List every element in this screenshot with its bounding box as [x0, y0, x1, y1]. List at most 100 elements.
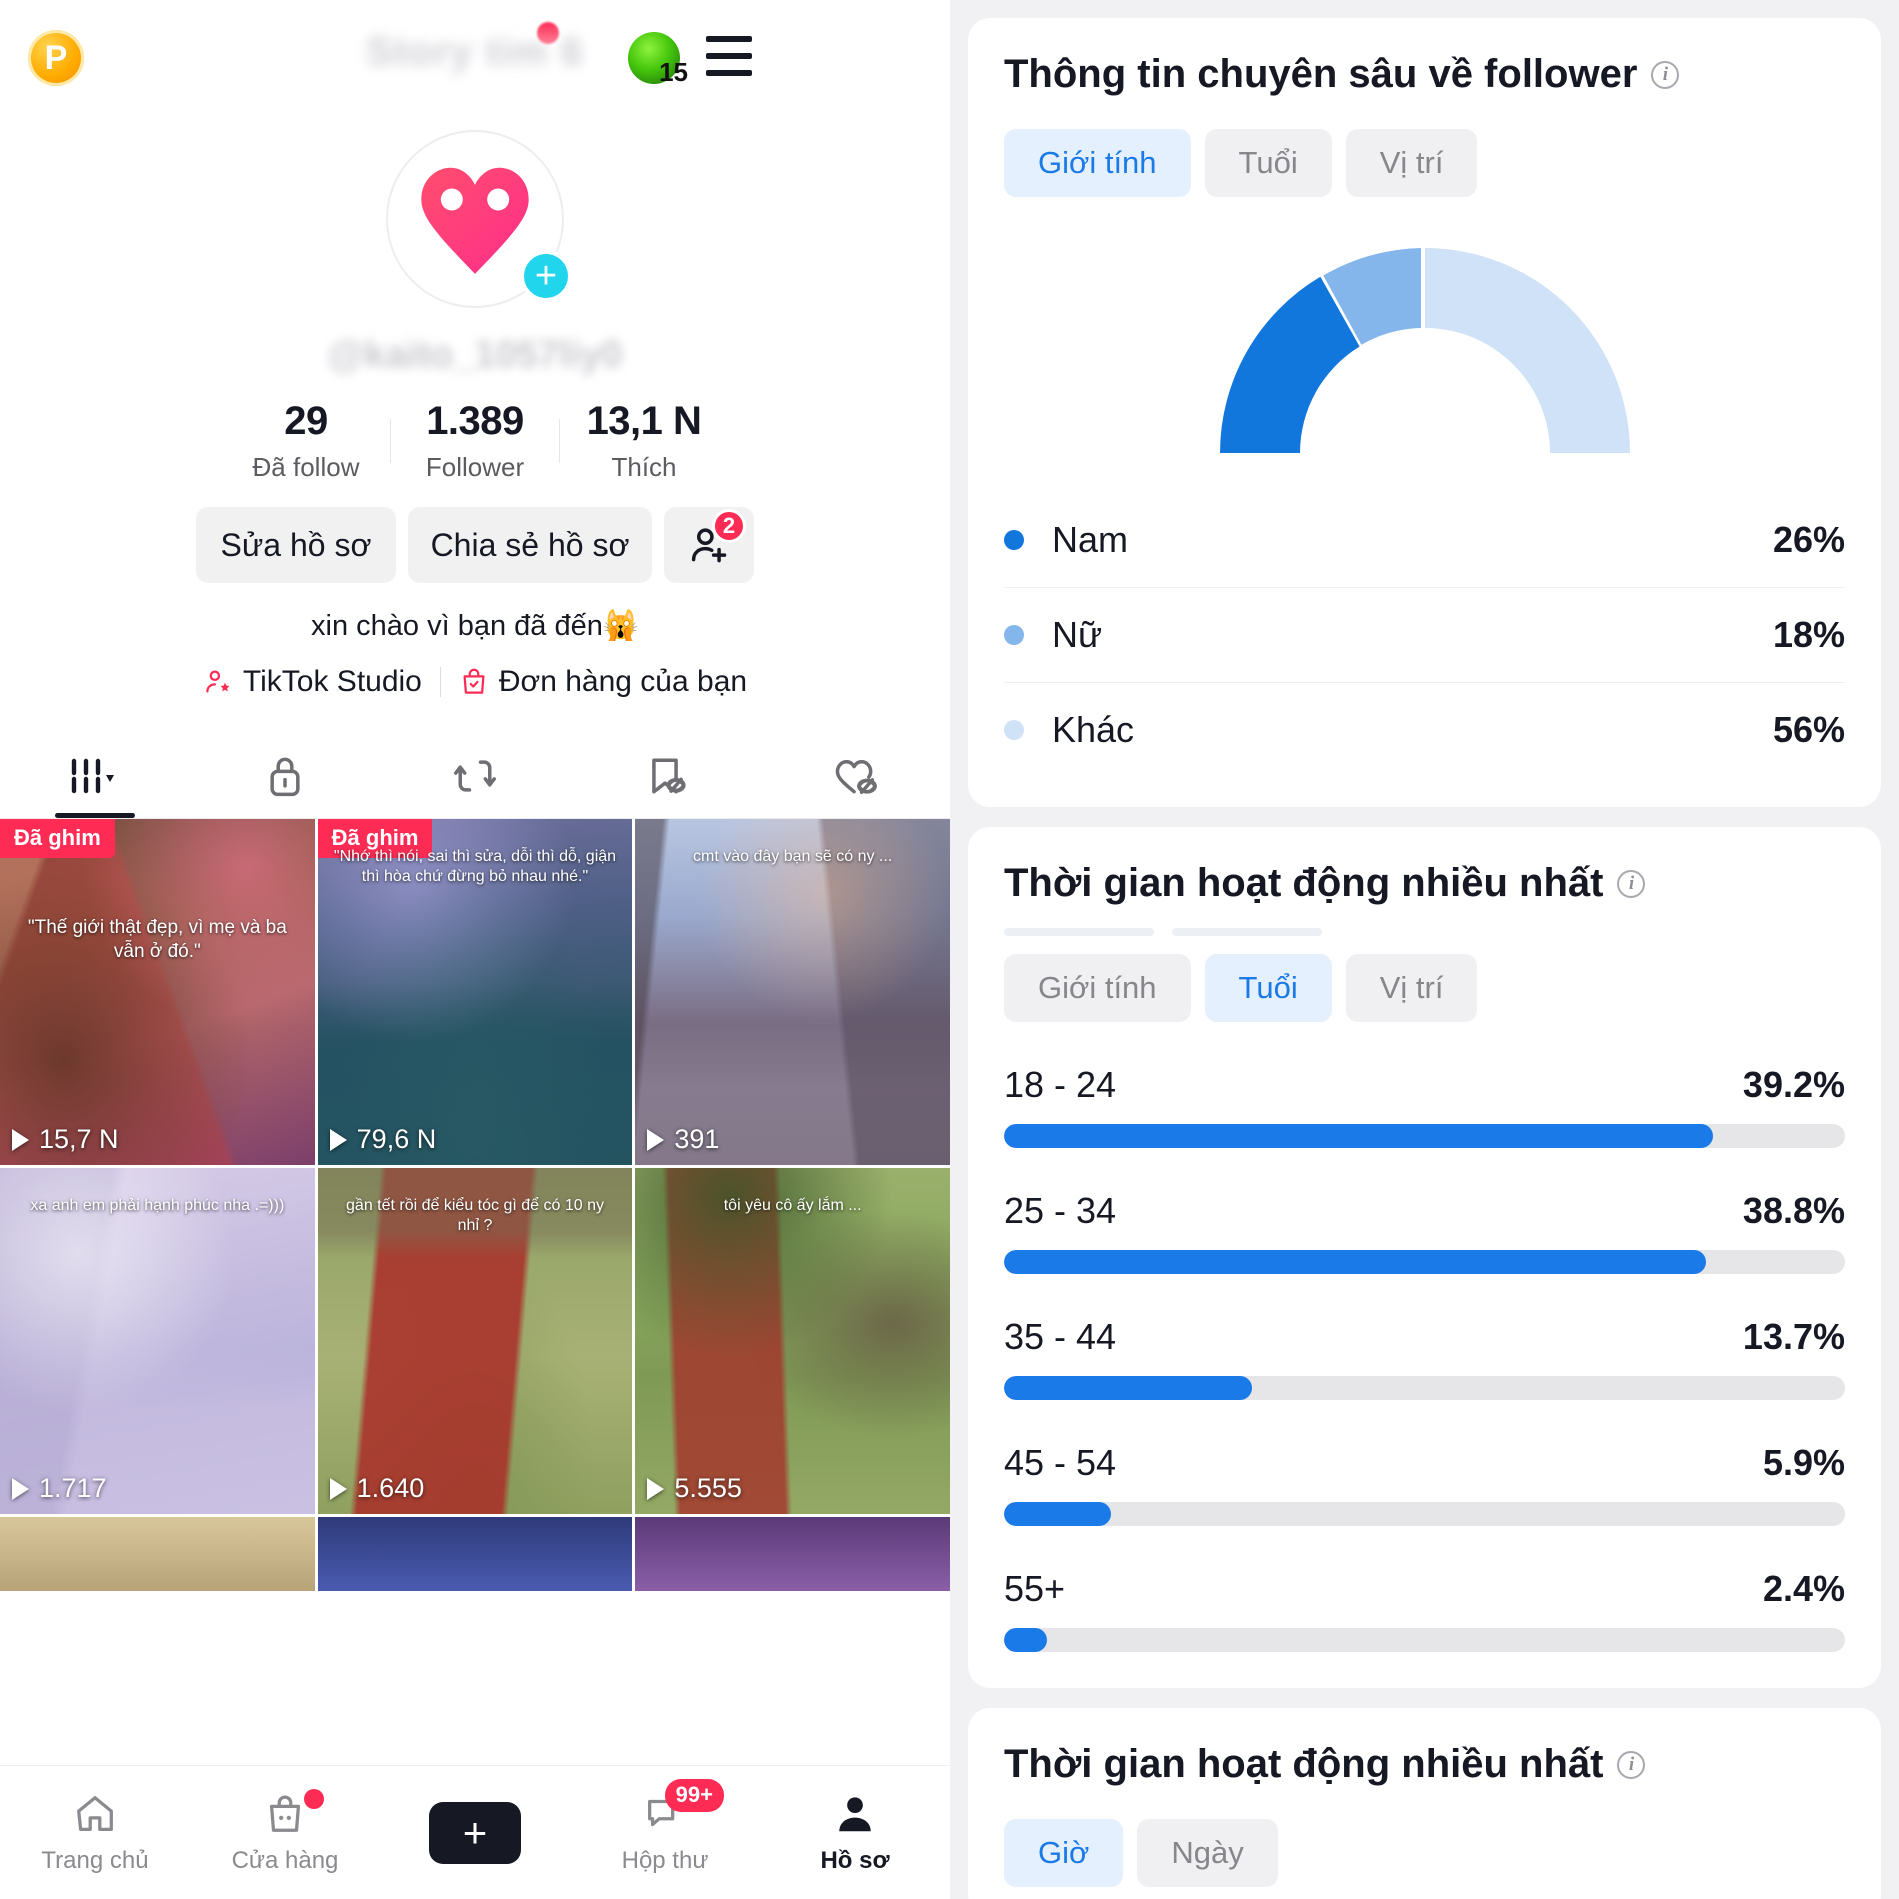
bottom-navigation: Trang chủ Cửa hàng + 99+ Hộp thư Hồ sơ — [0, 1765, 950, 1899]
grid-chevron-icon — [71, 758, 114, 793]
bar-fill — [1004, 1124, 1713, 1148]
gender-age-location-tabs: Giới tính Tuổi Vị trí — [1004, 129, 1845, 197]
profile-handle: @kaito_1057liy0 — [327, 334, 623, 376]
add-story-button[interactable]: + — [520, 250, 572, 302]
tab-age[interactable]: Tuổi — [1204, 129, 1332, 197]
add-friends-button[interactable]: 2 — [664, 507, 754, 583]
nav-label: Trang chủ — [41, 1846, 149, 1874]
play-count-value: 5.555 — [674, 1473, 742, 1503]
tab-gender[interactable]: Giới tính — [1004, 954, 1191, 1022]
tab-videos-grid[interactable] — [0, 733, 190, 818]
lock-icon — [270, 757, 300, 796]
add-friends-badge: 2 — [712, 509, 746, 543]
bar-row: 45 - 54 5.9% — [1004, 1442, 1845, 1526]
create-plus-icon[interactable]: + — [419, 1801, 531, 1864]
play-count-value: 1.640 — [356, 1473, 425, 1503]
bar-value: 2.4% — [1762, 1568, 1845, 1609]
hour-day-tabs: Giờ Ngày — [1004, 1819, 1845, 1887]
nav-item-create[interactable]: + — [380, 1801, 570, 1864]
bar-track — [1004, 1376, 1845, 1400]
legend-label: Khác — [1052, 709, 1135, 750]
nav-item-shop[interactable]: Cửa hàng — [190, 1788, 380, 1875]
video-cell[interactable]: Đã ghim "Thế giới thật đẹp, vì mẹ và ba … — [0, 819, 315, 1165]
tiktok-studio-link[interactable]: TikTok Studio — [203, 665, 422, 699]
stat-value: 13,1 N — [586, 399, 702, 443]
tab-hour[interactable]: Giờ — [1004, 1819, 1124, 1887]
link-label: Đơn hàng của bạn — [498, 665, 748, 698]
bar-value: 5.9% — [1762, 1442, 1845, 1483]
play-count-value: 15,7 N — [39, 1124, 119, 1154]
gauge-segment-khac — [1424, 248, 1630, 453]
video-cell[interactable] — [317, 1517, 633, 1591]
page-title-blurred: Story tim 6 — [366, 30, 584, 74]
activity-age-card: Thời gian hoạt động nhiều nhất i Giới tí… — [968, 827, 1881, 1688]
legend-label: Nam — [1052, 519, 1129, 560]
tab-private[interactable] — [190, 733, 380, 818]
bar-track — [1004, 1502, 1845, 1526]
legend-item-khac: Khác 56% — [1004, 683, 1845, 777]
video-thumbnail — [635, 819, 950, 1165]
stat-followers[interactable]: 1.389 Follower — [391, 399, 559, 483]
info-icon[interactable]: i — [1617, 1750, 1646, 1779]
video-cell[interactable]: cmt vào đây bạn sẽ có ny ... 391 — [635, 819, 950, 1165]
tab-liked-hidden[interactable] — [760, 733, 950, 818]
nav-item-inbox[interactable]: 99+ Hộp thư — [570, 1778, 760, 1875]
video-cell[interactable] — [635, 1517, 950, 1591]
notification-dot-icon — [537, 22, 559, 44]
stat-value: 29 — [284, 399, 328, 443]
card-title-row: Thời gian hoạt động nhiều nhất i — [1004, 861, 1845, 906]
tab-saved-hidden[interactable] — [570, 733, 760, 818]
bar-track — [1004, 1250, 1845, 1274]
clover-count: 15 — [659, 57, 688, 87]
video-caption: xa anh em phải hạnh phúc nha .=))) — [30, 1196, 285, 1214]
nav-item-profile[interactable]: Hồ sơ — [760, 1791, 950, 1875]
info-icon[interactable]: i — [1617, 869, 1646, 898]
video-cell[interactable]: Đã ghim "Nhớ thì nói, sai thì sửa, dỗi t… — [317, 819, 633, 1165]
clover-reward-icon[interactable]: 15 — [628, 32, 688, 87]
bar-fill — [1004, 1628, 1048, 1652]
bar-track — [1004, 1124, 1845, 1148]
edit-profile-button[interactable]: Sửa hồ sơ — [196, 507, 396, 583]
card-title: Thời gian hoạt động nhiều nhất — [1004, 861, 1604, 905]
card-title-row: Thời gian hoạt động nhiều nhất i — [1004, 1742, 1845, 1787]
video-grid: Đã ghim "Thế giới thật đẹp, vì mẹ và ba … — [0, 819, 950, 1591]
screenshot-root: P Story tim 6 15 + @kaito_1057liy0 29 Đã… — [0, 0, 1899, 1899]
tab-location[interactable]: Vị trí — [1345, 954, 1478, 1022]
hamburger-menu-icon[interactable] — [706, 36, 752, 76]
video-cell[interactable]: gần tết rồi để kiểu tóc gì để có 10 ny n… — [317, 1168, 633, 1514]
person-star-icon — [203, 667, 233, 697]
bar-row: 55+ 2.4% — [1004, 1568, 1845, 1652]
your-orders-link[interactable]: Đơn hàng của bạn — [459, 665, 747, 699]
follower-insights-card: Thông tin chuyên sâu về follower i Giới … — [968, 18, 1881, 807]
tab-age[interactable]: Tuổi — [1204, 954, 1332, 1022]
video-play-count: 391 — [647, 1124, 719, 1155]
play-icon — [329, 1128, 347, 1151]
profile-actions: Sửa hồ sơ Chia sẻ hồ sơ 2 — [0, 507, 950, 583]
share-profile-button[interactable]: Chia sẻ hồ sơ — [408, 507, 652, 583]
bar-row: 18 - 24 39.2% — [1004, 1064, 1845, 1148]
stat-following[interactable]: 29 Đã follow — [222, 399, 390, 483]
video-cell[interactable] — [0, 1517, 315, 1591]
tab-gender[interactable]: Giới tính — [1004, 129, 1191, 197]
bar-track — [1004, 1628, 1845, 1652]
profile-top-bar: P Story tim 6 15 — [0, 0, 950, 112]
tab-reposts[interactable] — [380, 733, 570, 818]
tab-location[interactable]: Vị trí — [1345, 129, 1478, 197]
video-cell[interactable]: xa anh em phải hạnh phúc nha .=))) 1.717 — [0, 1168, 315, 1514]
stat-likes[interactable]: 13,1 N Thích — [560, 399, 728, 483]
video-caption: tôi yêu cô ấy lắm ... — [723, 1196, 862, 1214]
info-icon[interactable]: i — [1651, 60, 1680, 89]
gender-legend: Nam 26% Nữ 18% Khác 56% — [1004, 493, 1845, 777]
video-cell[interactable]: tôi yêu cô ấy lắm ... 5.555 — [635, 1168, 950, 1514]
tab-day[interactable]: Ngày — [1137, 1819, 1278, 1887]
age-distribution-bars: 18 - 24 39.2% 25 - 34 38.8% 35 - 44 13.7… — [1004, 1064, 1845, 1652]
bar-fill — [1004, 1502, 1111, 1526]
play-count-value: 391 — [674, 1124, 720, 1154]
gender-age-location-tabs: Giới tính Tuổi Vị trí — [1004, 954, 1845, 1022]
video-caption: gần tết rồi để kiểu tóc gì để có 10 ny n… — [346, 1196, 604, 1234]
activity-time-card: Thời gian hoạt động nhiều nhất i Giờ Ngà… — [968, 1708, 1881, 1899]
bar-header: 18 - 24 39.2% — [1004, 1064, 1845, 1106]
stat-label: Follower — [425, 452, 525, 482]
ghost-bar — [1172, 928, 1322, 936]
nav-item-home[interactable]: Trang chủ — [0, 1791, 190, 1875]
